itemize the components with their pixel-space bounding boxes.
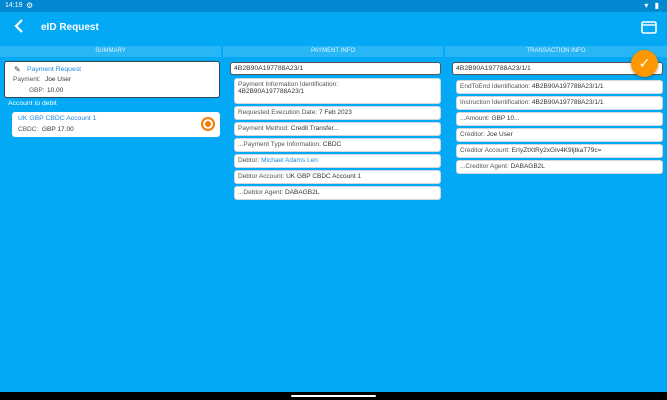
payment-request-card[interactable]: ✎ Payment Request Payment: Joe User GBP:… [4,61,220,98]
transaction-field-creditor-agent: ...Creditor Agent: DABAGB2L [456,160,663,174]
back-arrow-icon[interactable] [11,18,27,38]
account-name: UK GBP CBDC Account 1 [18,115,97,122]
currency-label: GBP: [29,87,45,94]
payment-label: Payment: [13,76,41,83]
status-bar: 14:19 ⚙ ▾ ▮ [0,0,667,12]
column-header-payment: PAYMENT INFO [223,46,443,57]
account-to-debit-label: Account to debit [8,100,57,107]
confirm-button[interactable]: ✓ [631,50,658,77]
status-time: 14:19 [5,2,23,9]
transaction-field-creditor: Creditor: Joe User [456,128,663,142]
status-icons: ▾ ▮ [644,1,661,10]
account-radio-selected[interactable] [201,117,215,131]
pencil-icon: ✎ [14,65,21,74]
payment-field-debtor[interactable]: Debtor: Michael Adams Len [234,154,441,168]
amount-value: 10.00 [47,87,64,94]
navigation-bar [0,392,667,400]
payment-field-method: Payment Method: Credit Transfer... [234,122,441,136]
checkmark-icon: ✓ [638,55,651,71]
payment-field-debtor-account: Debtor Account: UK GBP CBDC Account 1 [234,170,441,184]
account-balance: GBP 17.00 [42,126,74,133]
payment-field-info-id: Payment Information Identification: 4B2B… [234,78,441,104]
debit-account-card[interactable]: UK GBP CBDC Account 1 CBDC: GBP 17.00 [12,112,220,137]
payment-field-execution-date: Requested Execution Date: 7 Feb 2023 [234,106,441,120]
payment-request-title: Payment Request [27,66,82,73]
folder-icon[interactable] [641,21,657,34]
settings-icon: ⚙ [26,1,34,10]
column-header-summary: SUMMARY [0,46,221,57]
transaction-field-creditor-account: Creditor Account: ErIyZtXtRy2xGIv4K9ljtk… [456,144,663,158]
payment-id-header: 4B2B90A197788A23/1 [230,62,441,75]
app-bar: eID Request [0,12,667,45]
home-gesture-handle[interactable] [291,395,376,397]
transaction-field-endtoend-id: EndToEnd Identification: 4B2B90A197788A2… [456,80,663,94]
transaction-field-amount: ...Amount: GBP 10... [456,112,663,126]
payment-value: Joe User [45,76,72,83]
account-currency: CBDC: [18,126,39,133]
payment-field-type-info: ...Payment Type Information: CBDC [234,138,441,152]
payment-field-debtor-agent: ...Debtor Agent: DABAGB2L [234,186,441,200]
transaction-field-instruction-id: Instruction Identification: 4B2B90A19778… [456,96,663,110]
page-title: eID Request [41,22,99,33]
